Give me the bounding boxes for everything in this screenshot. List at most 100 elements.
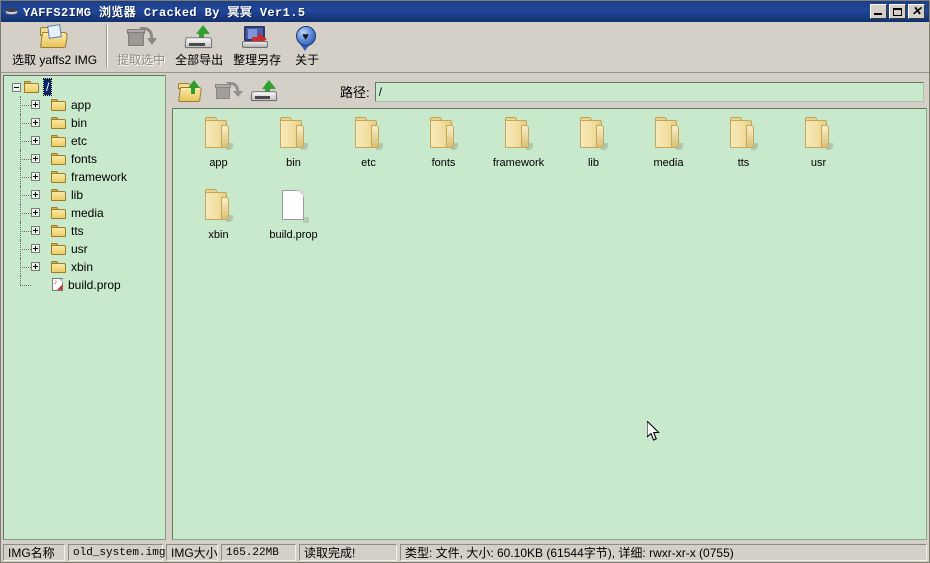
status-img-size-label: IMG大小: [166, 544, 218, 561]
about-icon: ♥: [291, 24, 323, 52]
status-img-name-value: old_system.img: [68, 544, 165, 561]
navigate-up-button[interactable]: [177, 78, 209, 106]
folder-icon: [51, 242, 67, 256]
file-list-item[interactable]: app: [181, 113, 256, 185]
folder-icon: [51, 152, 67, 166]
folder-icon: [51, 188, 67, 202]
tree-node-lib[interactable]: lib: [6, 186, 165, 204]
export-button[interactable]: [249, 78, 281, 106]
toolbar: 选取 yaffs2 IMG 提取选中 全部导出 整理另存 ♥ 关于: [1, 22, 929, 73]
tree-guide-line: [20, 231, 31, 232]
tree-node-tts[interactable]: tts: [6, 222, 165, 240]
folder-icon: [652, 117, 686, 155]
folder-icon: [802, 117, 836, 155]
toolbar-button-export-all[interactable]: 全部导出: [170, 22, 228, 70]
tree-node-label: xbin: [71, 260, 94, 274]
open-img-icon: [39, 24, 71, 52]
file-list-item[interactable]: bin: [256, 113, 331, 185]
folder-icon: [51, 224, 67, 238]
tree-node-build-prop[interactable]: ♪ ◢ build.prop: [6, 276, 165, 294]
tree-node-label: bin: [71, 116, 88, 130]
content-pane: 路径: app bin etc fonts framework lib media tts us…: [172, 75, 927, 540]
tree-node-bin[interactable]: bin: [6, 114, 165, 132]
folder-icon: [727, 117, 761, 155]
file-list-item-label: media: [653, 157, 684, 169]
file-list-item[interactable]: usr: [781, 113, 856, 185]
folder-icon: [577, 117, 611, 155]
tree-expander-tts[interactable]: [31, 226, 40, 235]
directory-tree: / app bin etc fonts framework lib media tts usr xb…: [4, 76, 165, 294]
close-button[interactable]: ✕: [908, 4, 925, 19]
tree-node-app[interactable]: app: [6, 96, 165, 114]
extract-button[interactable]: [213, 78, 245, 106]
toolbar-label-repack-save: 整理另存: [233, 53, 282, 67]
tree-node-media[interactable]: media: [6, 204, 165, 222]
status-progress-text: 读取完成!: [299, 544, 397, 561]
file-list-item[interactable]: build.prop: [256, 185, 331, 257]
tree-node-usr[interactable]: usr: [6, 240, 165, 258]
folder-icon: [51, 134, 67, 148]
tree-node-label: lib: [71, 188, 84, 202]
tree-node-label: usr: [71, 242, 88, 256]
path-label: 路径:: [340, 85, 370, 100]
folder-icon: [51, 170, 67, 184]
file-icon: ♪ ◢: [52, 278, 63, 291]
file-list[interactable]: app bin etc fonts framework lib media tts usr xbi…: [172, 108, 927, 540]
tree-expander-framework[interactable]: [31, 172, 40, 181]
file-list-item[interactable]: lib: [556, 113, 631, 185]
file-list-item[interactable]: framework: [481, 113, 556, 185]
status-img-name-label: IMG名称: [3, 544, 65, 561]
file-list-item[interactable]: fonts: [406, 113, 481, 185]
maximize-button[interactable]: [889, 4, 906, 19]
file-list-item[interactable]: tts: [706, 113, 781, 185]
tree-expander-root[interactable]: [12, 82, 21, 92]
tree-expander-media[interactable]: [31, 208, 40, 217]
tree-guide-line: [20, 276, 21, 285]
file-list-item[interactable]: etc: [331, 113, 406, 185]
toolbar-label-open-img: 选取 yaffs2 IMG: [12, 53, 98, 67]
minimize-button[interactable]: [870, 4, 887, 19]
tree-node-label: tts: [71, 224, 84, 238]
tree-expander-xbin[interactable]: [31, 262, 40, 271]
tree-guide-line: [20, 285, 31, 286]
tree-node-etc[interactable]: etc: [6, 132, 165, 150]
tree-expander-fonts[interactable]: [31, 154, 40, 163]
tree-expander-bin[interactable]: [31, 118, 40, 127]
toolbar-button-open-img[interactable]: 选取 yaffs2 IMG: [7, 22, 102, 70]
export-drive-icon: [249, 78, 281, 106]
toolbar-button-repack-save[interactable]: 整理另存: [228, 22, 286, 70]
path-bar: 路径:: [172, 75, 927, 108]
file-list-item-label: bin: [286, 157, 301, 169]
tree-expander-app[interactable]: [31, 100, 40, 109]
file-list-item[interactable]: media: [631, 113, 706, 185]
main-body: / app bin etc fonts framework lib media tts usr xb…: [1, 73, 929, 542]
folder-icon: [51, 206, 67, 220]
export-all-icon: [183, 24, 215, 52]
directory-tree-pane[interactable]: / app bin etc fonts framework lib media tts usr xb…: [3, 75, 166, 540]
tree-node-root[interactable]: /: [6, 78, 165, 96]
path-input[interactable]: [374, 81, 924, 102]
tree-guide-line: [20, 105, 31, 106]
tree-guide-line: [20, 213, 31, 214]
tree-node-framework[interactable]: framework: [6, 168, 165, 186]
tree-guide-line: [20, 141, 31, 142]
tree-node-xbin[interactable]: xbin: [6, 258, 165, 276]
tree-guide-line: [20, 177, 31, 178]
file-list-item-label: tts: [737, 157, 750, 169]
file-list-item[interactable]: xbin: [181, 185, 256, 257]
repack-save-icon: [241, 24, 273, 52]
tree-expander-etc[interactable]: [31, 136, 40, 145]
file-list-item-label: lib: [587, 157, 599, 169]
tree-expander-usr[interactable]: [31, 244, 40, 253]
toolbar-button-about[interactable]: ♥ 关于: [286, 22, 328, 70]
up-folder-icon: [177, 78, 209, 106]
tree-node-label: etc: [71, 134, 88, 148]
folder-icon: [427, 117, 461, 155]
folder-icon: [24, 80, 40, 94]
folder-icon: [51, 98, 67, 112]
folder-icon: [202, 117, 236, 155]
toolbar-button-extract-selected[interactable]: 提取选中: [112, 22, 170, 70]
file-list-item-label: app: [209, 157, 228, 169]
tree-expander-lib[interactable]: [31, 190, 40, 199]
tree-node-fonts[interactable]: fonts: [6, 150, 165, 168]
